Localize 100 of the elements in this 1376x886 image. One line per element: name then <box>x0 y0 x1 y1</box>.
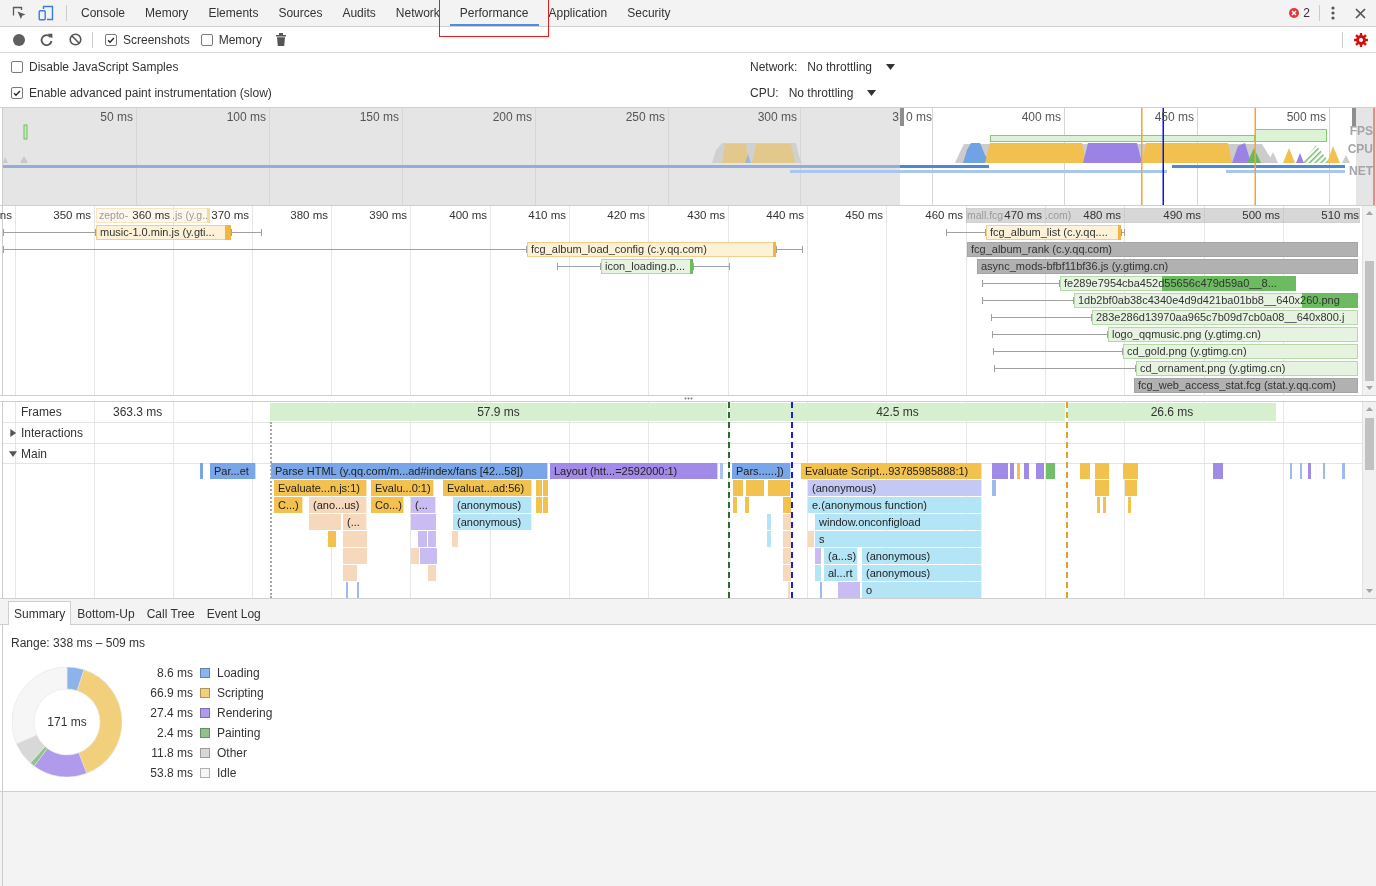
frame-block[interactable]: 42.5 ms <box>730 403 1065 421</box>
flame-sliver[interactable] <box>1308 463 1311 479</box>
flame-event[interactable]: (anonymous) <box>808 480 982 496</box>
flame-sliver[interactable] <box>1017 463 1020 479</box>
scrollbar[interactable] <box>1362 402 1376 598</box>
flame-event[interactable]: (a...s) <box>824 548 858 564</box>
flame-sliver[interactable] <box>1036 463 1044 479</box>
frame-block[interactable]: 26.6 ms <box>1068 403 1276 421</box>
flame-sliver[interactable] <box>1046 463 1055 479</box>
scroll-up-arrow-icon[interactable] <box>1366 407 1373 411</box>
flame-event[interactable]: al...rt <box>824 565 858 581</box>
panel-tab[interactable]: Application <box>538 0 618 26</box>
flame-sliver[interactable] <box>815 548 821 564</box>
request-bar[interactable]: async_mods-bfbf11bf36.js (y.gtimg.cn) <box>977 259 1358 274</box>
disclosure-triangle-icon[interactable] <box>9 429 17 437</box>
panel-tab[interactable]: Console <box>71 0 136 26</box>
panel-tab[interactable]: Elements <box>198 0 269 26</box>
request-bar[interactable]: cd_gold.png (y.gtimg.cn) <box>1123 344 1358 359</box>
scroll-down-arrow-icon[interactable] <box>1366 386 1373 390</box>
flame-sliver[interactable] <box>783 548 791 564</box>
flame-sliver[interactable] <box>783 514 791 530</box>
scroll-up-arrow-icon[interactable] <box>1366 211 1373 215</box>
clear-icon[interactable] <box>69 33 82 46</box>
range-handle[interactable] <box>1352 108 1356 126</box>
checkbox[interactable] <box>11 87 23 99</box>
close-icon[interactable] <box>1355 7 1366 19</box>
flame-event[interactable]: Evaluate Script...93785985888:1) <box>801 463 982 479</box>
panel-tab[interactable]: Network <box>385 0 450 26</box>
scroll-down-arrow-icon[interactable] <box>1366 589 1373 593</box>
request-bar[interactable]: fcg_web_access_stat.fcg (stat.y.qq.com) <box>1134 378 1358 393</box>
flame-sliver[interactable] <box>418 531 427 547</box>
request-bar[interactable]: fcg_album_rank (c.y.qq.com) <box>967 242 1358 257</box>
flame-sliver[interactable] <box>1342 463 1345 479</box>
cursor-in-box-icon[interactable] <box>11 5 27 21</box>
flame-event[interactable]: (... <box>411 497 436 513</box>
flame-sliver[interactable] <box>768 480 790 496</box>
flame-event[interactable]: s <box>815 531 982 547</box>
flame-sliver[interactable] <box>411 514 436 530</box>
checkbox[interactable] <box>11 61 23 73</box>
details-tab[interactable]: Bottom-Up <box>71 601 141 625</box>
flame-sliver[interactable] <box>428 565 436 581</box>
flame-event[interactable]: C...) <box>274 497 303 513</box>
scrollbar[interactable] <box>1362 206 1376 395</box>
flame-sliver[interactable] <box>411 548 419 564</box>
flame-sliver[interactable] <box>1080 463 1090 479</box>
resize-grip-icon[interactable] <box>683 397 693 400</box>
checkbox[interactable] <box>105 33 117 46</box>
flame-event[interactable]: o <box>862 582 982 598</box>
request-bar[interactable]: cd_ornament.png (y.gtimg.cn) <box>1136 361 1358 376</box>
details-tab[interactable]: Summary <box>8 601 72 625</box>
flame-sliver[interactable] <box>309 514 341 530</box>
flame-sliver[interactable] <box>452 531 458 547</box>
flame-sliver[interactable] <box>1095 480 1109 496</box>
flame-sliver[interactable] <box>536 480 542 496</box>
flame-sliver[interactable] <box>1213 463 1223 479</box>
flame-sliver[interactable] <box>733 480 743 496</box>
flame-sliver[interactable] <box>1128 497 1131 513</box>
flame-event[interactable]: Par...et <box>210 463 256 479</box>
flame-sliver[interactable] <box>1097 497 1100 513</box>
flame-sliver[interactable] <box>733 497 737 513</box>
flame-event[interactable]: Evaluate...n.js:1) <box>274 480 367 496</box>
request-bar[interactable]: music-1.0.min.js (y.gti... <box>96 225 231 240</box>
flame-sliver[interactable] <box>815 565 821 581</box>
flame-sliver[interactable] <box>783 497 791 513</box>
request-bar[interactable]: 283e286d13970aa965c7b09d7cb0a08__640x800.j <box>1092 310 1358 325</box>
flame-sliver[interactable] <box>328 531 336 547</box>
flame-event[interactable]: (anonymous) <box>862 565 982 581</box>
flame-sliver[interactable] <box>1024 463 1029 479</box>
flame-event[interactable]: Pars......]) <box>732 463 791 479</box>
flame-sliver[interactable] <box>767 514 771 530</box>
flame-sliver[interactable] <box>200 463 203 479</box>
flame-sliver[interactable] <box>992 480 996 496</box>
panel-tab[interactable]: Audits <box>332 0 386 26</box>
flame-sliver[interactable] <box>1095 463 1109 479</box>
flame-sliver[interactable] <box>420 548 437 564</box>
flame-sliver[interactable] <box>746 480 764 496</box>
flame-sliver[interactable] <box>343 531 367 547</box>
flame-sliver[interactable] <box>1010 463 1014 479</box>
flame-event[interactable]: Co...) <box>371 497 404 513</box>
flame-sliver[interactable] <box>745 497 749 513</box>
flame-sliver[interactable] <box>1103 497 1106 513</box>
details-tab[interactable]: Event Log <box>200 601 267 625</box>
range-handle[interactable] <box>900 108 904 126</box>
flame-sliver[interactable] <box>343 565 357 581</box>
flame-sliver[interactable] <box>992 463 1008 479</box>
flame-sliver[interactable] <box>783 565 791 581</box>
flame-event[interactable]: (... <box>343 514 367 530</box>
mobile-devices-icon[interactable] <box>38 5 54 21</box>
throttling-select[interactable]: No throttling <box>807 60 896 74</box>
flame-event[interactable]: (anonymous) <box>453 497 532 513</box>
request-bar[interactable]: logo_qqmusic.png (y.gtimg.cn) <box>1108 327 1358 342</box>
panel-tab[interactable]: Memory <box>135 0 199 26</box>
flame-event[interactable]: (anonymous) <box>862 548 982 564</box>
details-tab[interactable]: Call Tree <box>140 601 201 625</box>
request-bar[interactable]: fcg_album_list (c.y.qq.... <box>986 225 1121 240</box>
more-menu-icon[interactable] <box>1331 6 1335 20</box>
scrollbar-thumb[interactable] <box>1365 418 1374 470</box>
flame-event[interactable]: Evaluat...ad:56) <box>443 480 532 496</box>
flame-sliver[interactable] <box>1123 463 1138 479</box>
flame-event[interactable]: Layout (htt...=2592000:1) <box>550 463 718 479</box>
